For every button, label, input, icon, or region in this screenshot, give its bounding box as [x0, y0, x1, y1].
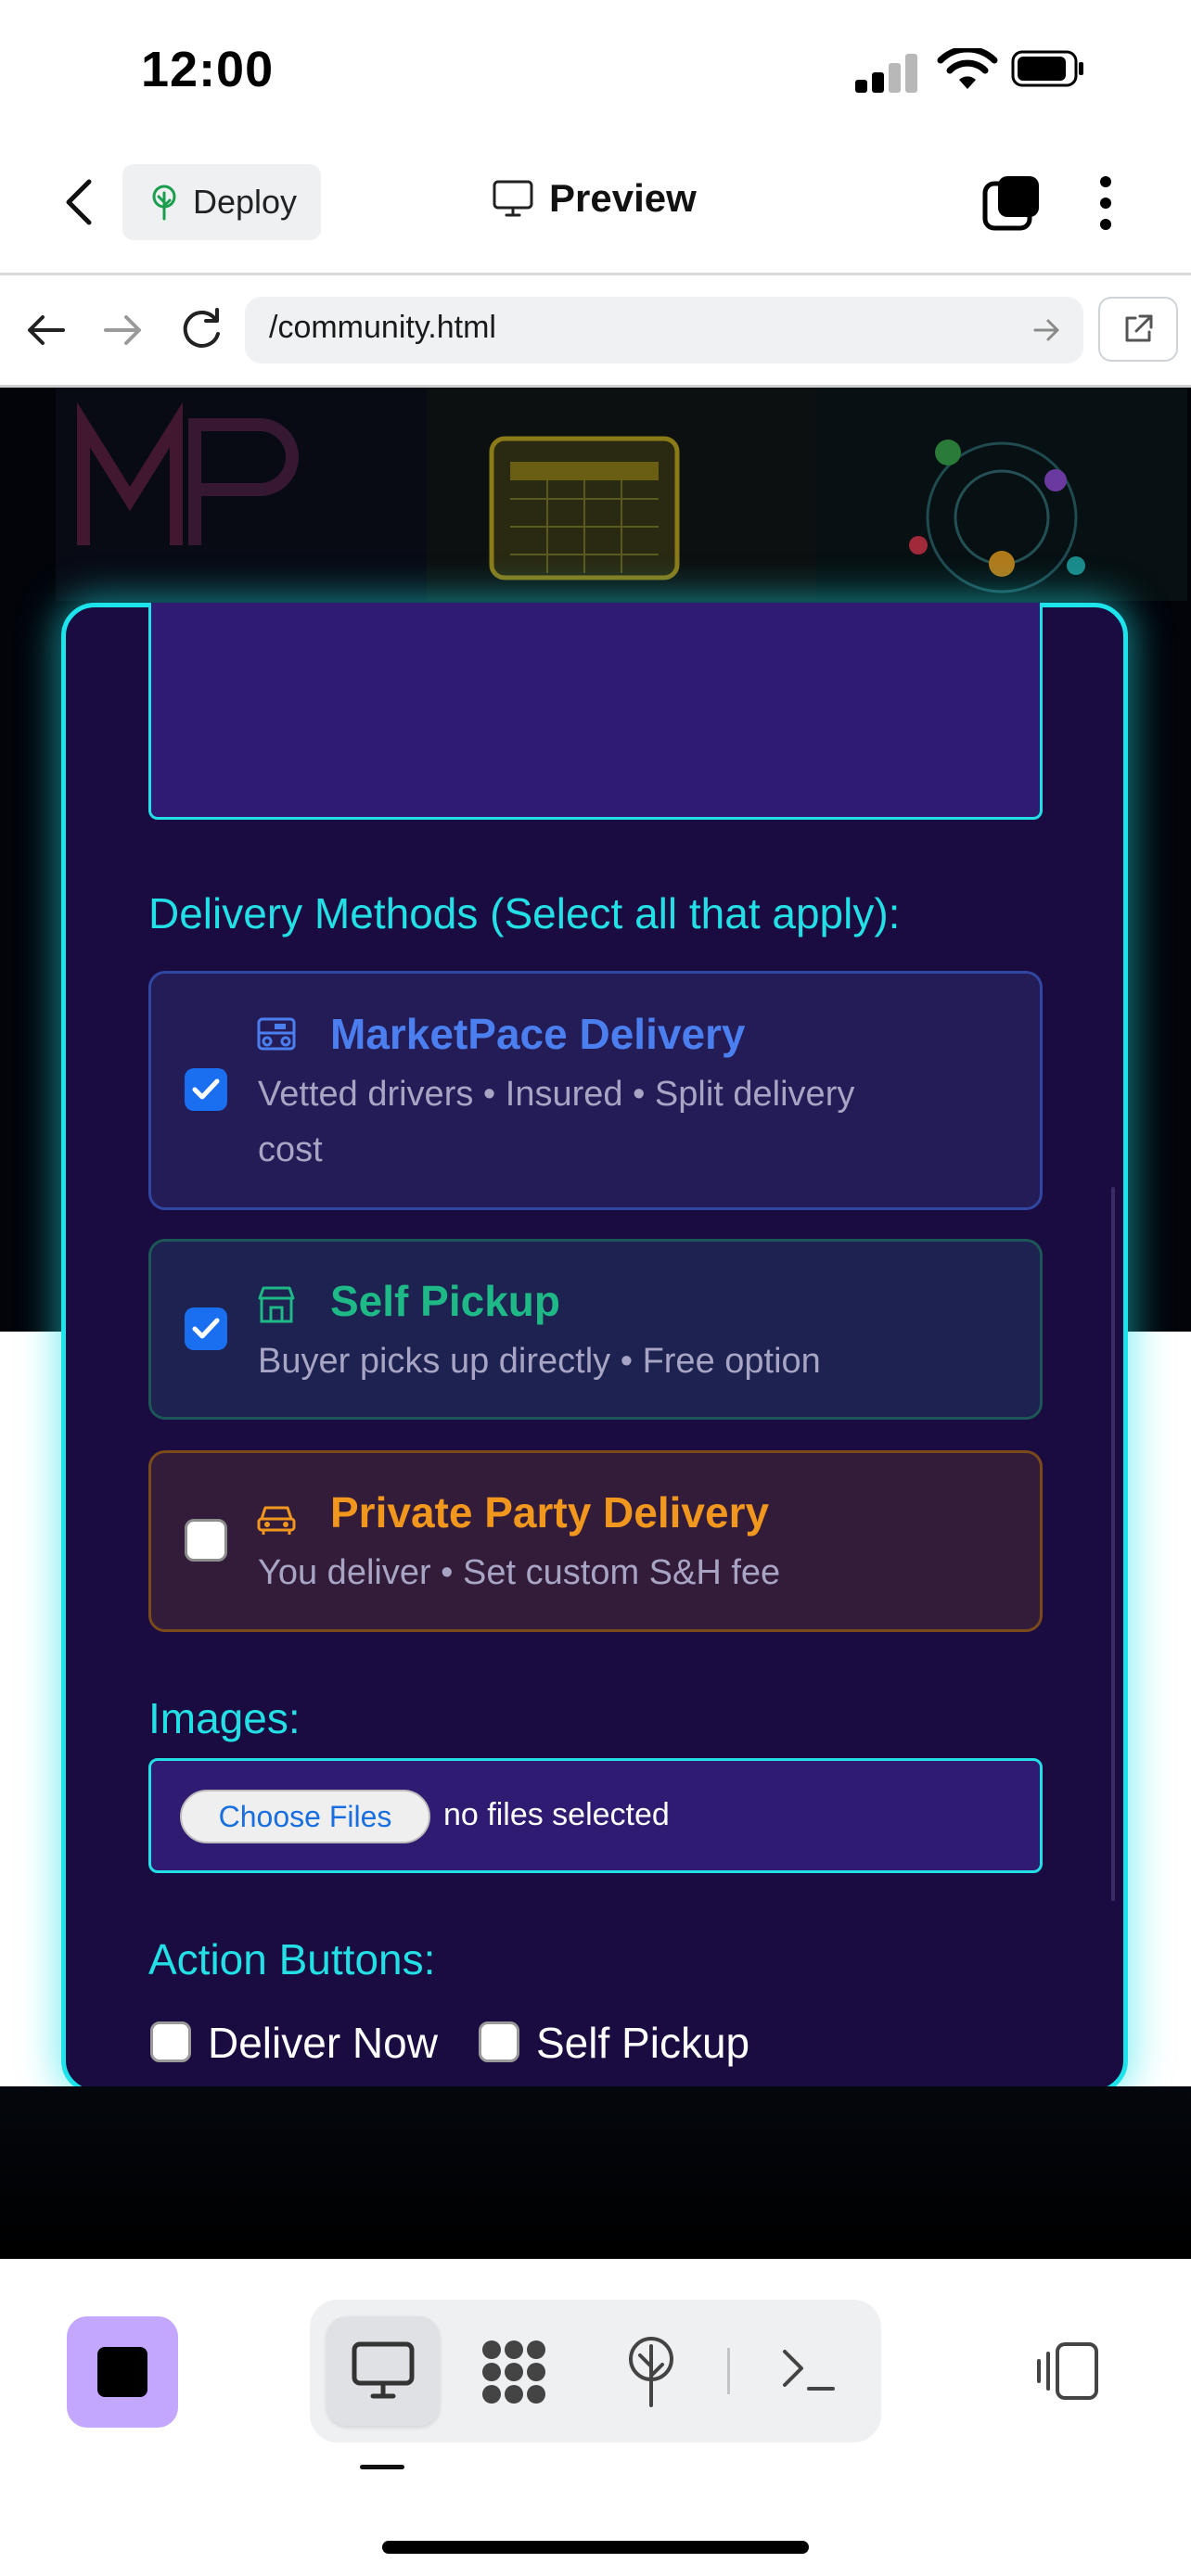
action-buttons-label: Action Buttons: — [148, 1935, 436, 1983]
self-pickup-checkbox[interactable] — [185, 1307, 227, 1350]
grid-app-icon[interactable] — [479, 2337, 549, 2407]
description-textarea[interactable] — [148, 603, 1043, 820]
more-vertical-icon[interactable] — [1095, 172, 1117, 234]
deliver-now-label[interactable]: Deliver Now — [208, 2018, 438, 2068]
wifi-icon — [937, 48, 998, 89]
delivery-option-self-pickup[interactable] — [148, 1239, 1043, 1420]
home-indicator — [382, 2541, 809, 2554]
terminal-icon[interactable] — [779, 2346, 839, 2394]
reload-icon[interactable] — [178, 306, 224, 352]
cellular-signal-icon — [855, 52, 920, 93]
deploy-button[interactable]: Deploy — [122, 164, 321, 240]
car-icon — [257, 1506, 296, 1535]
back-chevron-icon[interactable] — [56, 176, 102, 228]
deploy-label: Deploy — [193, 183, 298, 221]
private-party-delivery-checkbox[interactable] — [185, 1519, 227, 1562]
go-arrow-icon[interactable] — [1033, 317, 1061, 343]
stop-icon — [97, 2347, 147, 2397]
choose-files-button[interactable]: Choose Files — [180, 1790, 430, 1843]
preview-title[interactable]: Preview — [492, 176, 697, 221]
marketpace-delivery-desc-line1: Vetted drivers • Insured • Split deliver… — [258, 1075, 855, 1114]
stop-button[interactable] — [67, 2316, 178, 2428]
monitor-icon — [493, 180, 533, 217]
battery-icon — [1011, 50, 1083, 87]
marketpace-delivery-checkbox[interactable] — [185, 1068, 227, 1111]
marketpace-delivery-desc-line2: cost — [258, 1130, 323, 1169]
self-pickup-action-label[interactable]: Self Pickup — [536, 2018, 749, 2068]
url-text[interactable]: /community.html — [269, 310, 496, 346]
delivery-option-private-party[interactable] — [148, 1450, 1043, 1632]
self-pickup-desc: Buyer picks up directly • Free option — [258, 1342, 821, 1381]
checkmark-icon — [192, 1318, 220, 1339]
store-icon — [258, 1286, 295, 1323]
forward-arrow-icon[interactable] — [102, 312, 143, 349]
web-page-bottom — [0, 2086, 1191, 2259]
toolbar-divider — [727, 2348, 730, 2394]
open-external-icon — [1125, 314, 1153, 342]
status-time: 12:00 — [141, 42, 275, 97]
images-label: Images: — [148, 1694, 301, 1742]
device-toggle-icon[interactable] — [1035, 2340, 1102, 2402]
deploy-tab-icon[interactable] — [621, 2335, 681, 2409]
preview-label: Preview — [549, 176, 697, 220]
marketpace-delivery-title: MarketPace Delivery — [330, 1010, 746, 1058]
active-tab-underline — [360, 2465, 404, 2469]
monitor-tab-icon — [352, 2341, 415, 2399]
delivery-truck-icon — [257, 1017, 296, 1051]
self-pickup-title: Self Pickup — [330, 1277, 560, 1325]
private-party-delivery-desc: You deliver • Set custom S&H fee — [258, 1553, 781, 1592]
open-external-button[interactable] — [1098, 297, 1178, 362]
deliver-now-checkbox[interactable] — [150, 2021, 191, 2062]
no-files-text: no files selected — [443, 1797, 670, 1832]
tabs-icon[interactable] — [981, 172, 1043, 234]
delivery-methods-label: Delivery Methods (Select all that apply)… — [148, 889, 901, 937]
self-pickup-action-checkbox[interactable] — [479, 2021, 519, 2062]
deploy-tree-icon — [152, 185, 176, 221]
private-party-delivery-title: Private Party Delivery — [330, 1488, 770, 1537]
back-arrow-icon[interactable] — [26, 312, 67, 349]
checkmark-icon — [192, 1078, 220, 1100]
scrollbar[interactable] — [1111, 1187, 1115, 1901]
header-thumbnails — [56, 388, 1187, 601]
